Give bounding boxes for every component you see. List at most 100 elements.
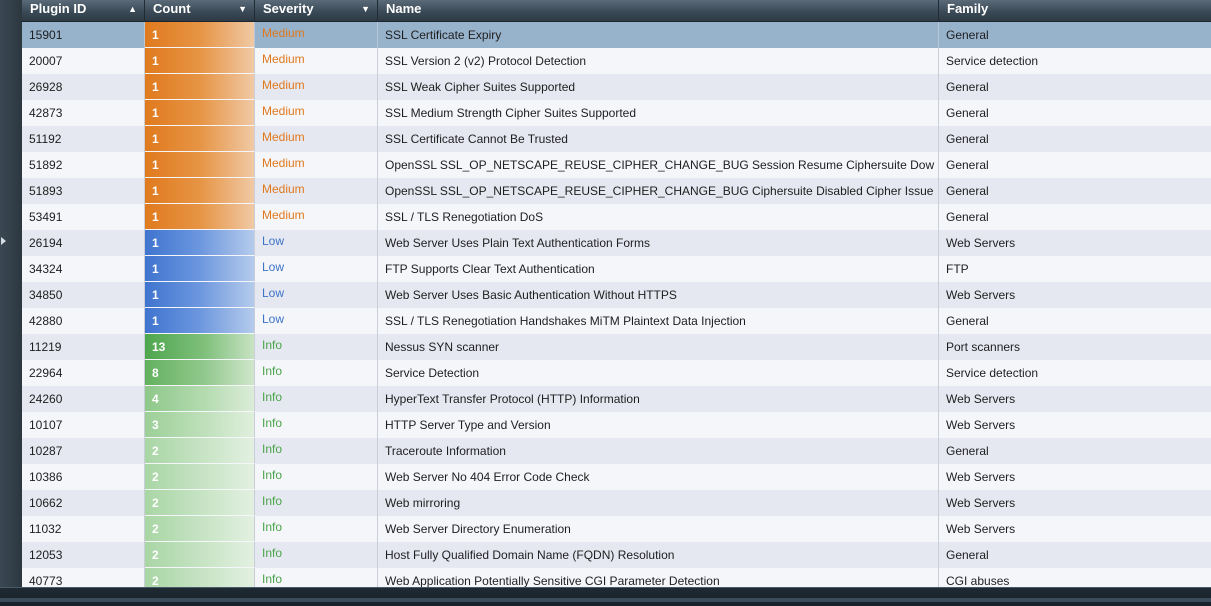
- plugin-id-cell: 10662: [22, 490, 145, 516]
- count-cell: 3: [145, 412, 255, 438]
- plugin-name-cell: SSL Weak Cipher Suites Supported: [378, 74, 939, 100]
- family-cell: Port scanners: [946, 340, 1021, 354]
- table-row[interactable]: 11032 2 Info Web Server Directory Enumerati…: [22, 516, 1211, 542]
- plugin-id-cell: 42873: [22, 100, 145, 126]
- table-row[interactable]: 10107 3 Info HTTP Server Type and Version We…: [22, 412, 1211, 438]
- column-header-severity[interactable]: Severity ▼: [255, 0, 378, 21]
- plugin-name-cell: Host Fully Qualified Domain Name (FQDN) …: [378, 542, 939, 568]
- plugin-name-cell: Nessus SYN scanner: [378, 334, 939, 360]
- plugin-id-cell: 51192: [22, 126, 145, 152]
- severity-cell: Medium: [255, 100, 378, 126]
- table-row[interactable]: 42880 1 Low SSL / TLS Renegotiation Handsha…: [22, 308, 1211, 334]
- plugin-id-cell: 24260: [22, 386, 145, 412]
- plugin-name-cell: SSL Certificate Cannot Be Trusted: [378, 126, 939, 152]
- count-cell: 2: [145, 464, 255, 490]
- sort-ascending-icon[interactable]: ▲: [128, 0, 137, 19]
- count-cell: 1: [145, 204, 255, 230]
- count-cell: 1: [145, 48, 255, 74]
- family-cell: Service detection: [946, 54, 1039, 68]
- family-cell: General: [946, 548, 989, 562]
- column-header-label: Family: [947, 1, 989, 16]
- plugin-id-cell: 40773: [22, 568, 145, 587]
- count-cell: 1: [145, 126, 255, 152]
- vulnerability-table: Plugin ID ▲ Count ▼ Severity ▼ Name Fami…: [22, 0, 1211, 587]
- expand-arrow-icon[interactable]: [1, 237, 6, 245]
- family-cell: General: [946, 132, 989, 146]
- severity-cell: Medium: [255, 152, 378, 178]
- plugin-id-cell: 10287: [22, 438, 145, 464]
- column-header-name[interactable]: Name: [378, 0, 939, 21]
- count-cell: 1: [145, 152, 255, 178]
- table-row[interactable]: 15901 1 Medium SSL Certificate Expiry Genera…: [22, 22, 1211, 48]
- family-cell: General: [946, 80, 989, 94]
- plugin-id-cell: 11219: [22, 334, 145, 360]
- family-cell: General: [946, 158, 989, 172]
- severity-cell: Info: [255, 464, 378, 490]
- table-row[interactable]: 26194 1 Low Web Server Uses Plain Text Auth…: [22, 230, 1211, 256]
- table-row[interactable]: 42873 1 Medium SSL Medium Strength Cipher S…: [22, 100, 1211, 126]
- severity-cell: Medium: [255, 178, 378, 204]
- severity-cell: Medium: [255, 48, 378, 74]
- plugin-id-cell: 53491: [22, 204, 145, 230]
- plugin-id-cell: 22964: [22, 360, 145, 386]
- family-cell: Web Servers: [946, 392, 1016, 406]
- table-row[interactable]: 26928 1 Medium SSL Weak Cipher Suites Suppo…: [22, 74, 1211, 100]
- count-cell: 2: [145, 542, 255, 568]
- count-cell: 8: [145, 360, 255, 386]
- plugin-id-cell: 26194: [22, 230, 145, 256]
- column-header-count[interactable]: Count ▼: [145, 0, 255, 21]
- count-cell: 2: [145, 438, 255, 464]
- count-cell: 1: [145, 100, 255, 126]
- plugin-name-cell: Web Server Directory Enumeration: [378, 516, 939, 542]
- severity-cell: Low: [255, 256, 378, 282]
- dropdown-arrow-icon[interactable]: ▼: [238, 0, 247, 19]
- plugin-id-cell: 34324: [22, 256, 145, 282]
- family-cell: CGI abuses: [946, 574, 1010, 587]
- table-row[interactable]: 11219 13 Info Nessus SYN scanner Port scanne…: [22, 334, 1211, 360]
- severity-cell: Medium: [255, 74, 378, 100]
- plugin-name-cell: SSL Medium Strength Cipher Suites Suppor…: [378, 100, 939, 126]
- table-row[interactable]: 51892 1 Medium OpenSSL SSL_OP_NETSCAPE_REUS…: [22, 152, 1211, 178]
- count-cell: 4: [145, 386, 255, 412]
- severity-cell: Info: [255, 542, 378, 568]
- count-cell: 13: [145, 334, 255, 360]
- table-row[interactable]: 34324 1 Low FTP Supports Clear Text Authent…: [22, 256, 1211, 282]
- table-row[interactable]: 20007 1 Medium SSL Version 2 (v2) Protocol …: [22, 48, 1211, 74]
- severity-cell: Low: [255, 282, 378, 308]
- plugin-name-cell: Web Server No 404 Error Code Check: [378, 464, 939, 490]
- family-cell: Web Servers: [946, 522, 1016, 536]
- plugin-name-cell: SSL / TLS Renegotiation DoS: [378, 204, 939, 230]
- plugin-id-cell: 10386: [22, 464, 145, 490]
- table-row[interactable]: 22964 8 Info Service Detection Service detec…: [22, 360, 1211, 386]
- family-cell: General: [946, 210, 989, 224]
- count-cell: 2: [145, 490, 255, 516]
- table-row[interactable]: 24260 4 Info HyperText Transfer Protocol (H…: [22, 386, 1211, 412]
- plugin-name-cell: HTTP Server Type and Version: [378, 412, 939, 438]
- plugin-id-cell: 51893: [22, 178, 145, 204]
- column-header-label: Name: [386, 1, 422, 16]
- plugin-name-cell: HyperText Transfer Protocol (HTTP) Infor…: [378, 386, 939, 412]
- column-header-label: Count: [153, 1, 191, 16]
- table-row[interactable]: 10386 2 Info Web Server No 404 Error Code C…: [22, 464, 1211, 490]
- severity-cell: Info: [255, 438, 378, 464]
- table-row[interactable]: 12053 2 Info Host Fully Qualified Domain Na…: [22, 542, 1211, 568]
- table-row[interactable]: 34850 1 Low Web Server Uses Basic Authentic…: [22, 282, 1211, 308]
- plugin-name-cell: SSL / TLS Renegotiation Handshakes MiTM …: [378, 308, 939, 334]
- table-header: Plugin ID ▲ Count ▼ Severity ▼ Name Fami…: [22, 0, 1211, 22]
- table-row[interactable]: 53491 1 Medium SSL / TLS Renegotiation DoS G…: [22, 204, 1211, 230]
- column-header-plugin-id[interactable]: Plugin ID ▲: [22, 0, 145, 21]
- table-row[interactable]: 51192 1 Medium SSL Certificate Cannot Be Tr…: [22, 126, 1211, 152]
- table-row[interactable]: 51893 1 Medium OpenSSL SSL_OP_NETSCAPE_REUS…: [22, 178, 1211, 204]
- count-cell: 1: [145, 282, 255, 308]
- plugin-name-cell: Web Server Uses Plain Text Authenticatio…: [378, 230, 939, 256]
- family-cell: Web Servers: [946, 418, 1016, 432]
- severity-cell: Low: [255, 308, 378, 334]
- column-header-family[interactable]: Family: [939, 0, 1211, 21]
- plugin-name-cell: Traceroute Information: [378, 438, 939, 464]
- table-row[interactable]: 40773 2 Info Web Application Potentially Se…: [22, 568, 1211, 587]
- table-row[interactable]: 10287 2 Info Traceroute Information General: [22, 438, 1211, 464]
- plugin-name-cell: SSL Version 2 (v2) Protocol Detection: [378, 48, 939, 74]
- dropdown-arrow-icon[interactable]: ▼: [361, 0, 370, 19]
- severity-cell: Info: [255, 516, 378, 542]
- table-row[interactable]: 10662 2 Info Web mirroring Web Servers: [22, 490, 1211, 516]
